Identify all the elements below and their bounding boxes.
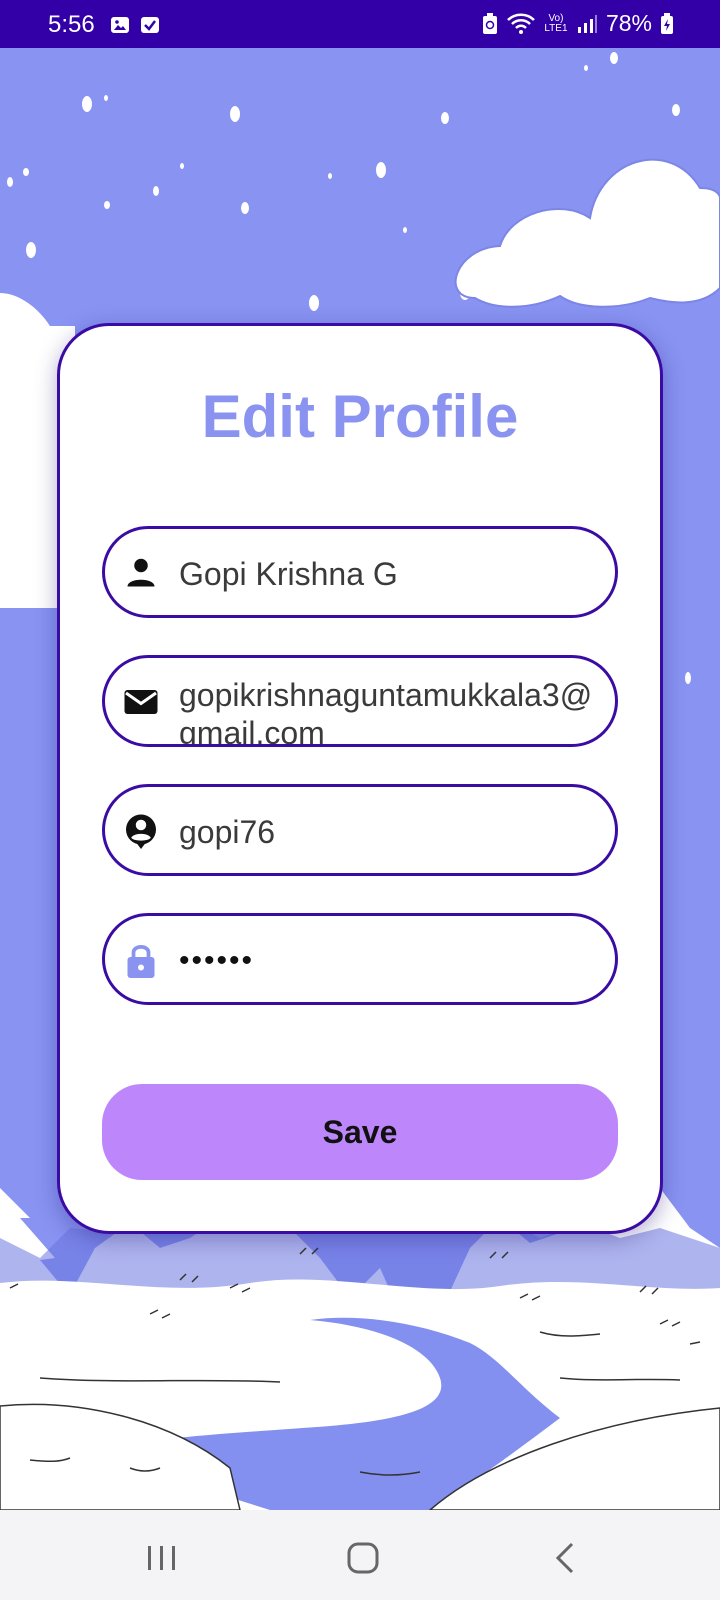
save-button[interactable]: Save	[102, 1084, 618, 1180]
email-field[interactable]: gopikrishnaguntamukkala3@gmail.com	[102, 655, 618, 747]
username-field[interactable]: gopi76	[102, 784, 618, 876]
username-input[interactable]: gopi76	[179, 787, 593, 873]
signal-strength-icon	[577, 14, 597, 33]
volte-indicator: Vo) LTE1	[544, 12, 568, 34]
battery-percentage: 78%	[605, 10, 652, 36]
edit-profile-card: Edit Profile Gopi Krishna G gopikrishnag…	[57, 323, 663, 1234]
email-input[interactable]: gopikrishnaguntamukkala3@gmail.com	[179, 676, 593, 744]
status-bar: 5:56 Vo) LTE1 78%	[0, 0, 720, 48]
home-icon[interactable]	[343, 1538, 383, 1578]
full-name-input[interactable]: Gopi Krishna G	[179, 529, 593, 615]
gallery-notification-icon	[111, 17, 129, 33]
mail-icon	[124, 690, 158, 714]
battery-charging-icon	[661, 12, 673, 34]
recent-apps-icon[interactable]	[142, 1538, 182, 1578]
system-navigation-bar	[0, 1510, 720, 1600]
wifi-icon	[507, 13, 535, 34]
account-circle-icon	[126, 814, 156, 849]
password-input[interactable]: ••••••	[179, 916, 593, 1002]
full-name-field[interactable]: Gopi Krishna G	[102, 526, 618, 618]
page-title: Edit Profile	[201, 383, 519, 450]
back-icon[interactable]	[546, 1538, 586, 1578]
person-icon	[127, 558, 155, 587]
password-field[interactable]: ••••••	[102, 913, 618, 1005]
battery-saver-icon	[482, 12, 497, 34]
lock-icon	[127, 945, 155, 978]
task-check-notification-icon	[141, 17, 159, 33]
status-time: 5:56	[48, 11, 95, 38]
